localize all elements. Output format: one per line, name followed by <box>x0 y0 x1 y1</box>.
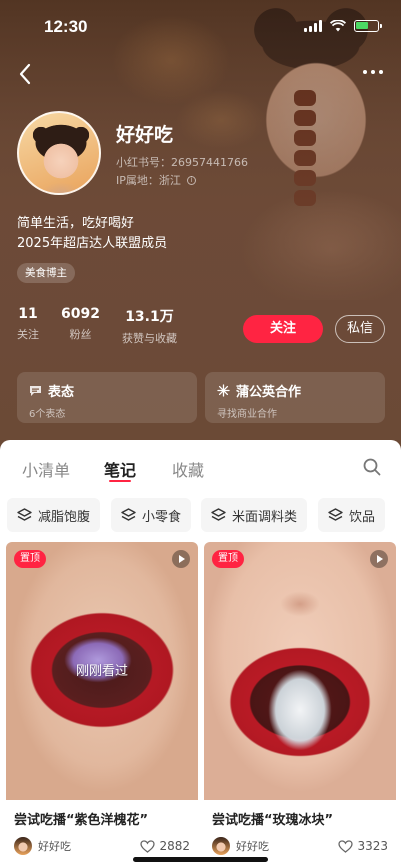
tab-list[interactable]: 小清单 <box>22 457 70 481</box>
chat-bubble-icon <box>30 385 41 396</box>
category-chips: 减脂饱腹 小零食 米面调料类 饮品 <box>0 498 401 538</box>
profile-avatar[interactable] <box>17 111 101 195</box>
status-time: 12:30 <box>44 17 88 36</box>
content-tabs: 小清单 笔记 收藏 <box>0 440 401 490</box>
search-icon[interactable] <box>363 458 381 476</box>
stat-label: 关注 <box>17 328 39 341</box>
profile-ip-location: IP属地：浙江 i <box>116 172 196 188</box>
wifi-icon <box>330 20 346 32</box>
stat-likes-collects[interactable]: 13.1万 获赞与收藏 <box>122 306 177 346</box>
like-button[interactable]: 2882 <box>140 839 190 853</box>
stat-number: 13.1万 <box>125 309 174 325</box>
profile-bio-line: 2025年超店达人联盟成员 <box>17 236 168 251</box>
play-icon <box>370 550 388 568</box>
layers-icon <box>17 508 32 521</box>
stat-number: 11 <box>18 306 38 322</box>
chip-category[interactable]: 小零食 <box>111 498 192 532</box>
tab-collections[interactable]: 收藏 <box>172 457 204 481</box>
profile-bio-line: 简单生活，吃好喝好 <box>17 216 135 231</box>
pinned-badge: 置顶 <box>212 550 244 568</box>
stat-label: 粉丝 <box>69 328 92 341</box>
profile-tag[interactable]: 美食博主 <box>17 263 75 283</box>
chevron-left-icon <box>19 63 31 85</box>
profile-name: 好好吃 <box>116 124 174 146</box>
author-avatar[interactable] <box>14 837 32 855</box>
pinned-badge: 置顶 <box>14 550 46 568</box>
message-button[interactable]: 私信 <box>335 315 385 343</box>
chip-category[interactable]: 减脂饱腹 <box>7 498 101 532</box>
reactions-card[interactable]: 表态 6个表态 <box>17 372 197 423</box>
profile-uid[interactable]: 小红书号：26957441766 <box>116 154 248 170</box>
chip-category[interactable]: 米面调料类 <box>201 498 308 532</box>
notes-panel: 小清单 笔记 收藏 减脂饱腹 小零食 米面调料类 饮品 置顶 刚刚看过 尝试吃播… <box>0 440 401 867</box>
heart-icon <box>140 839 156 853</box>
status-bar: 12:30 <box>0 0 401 52</box>
note-cover-image[interactable] <box>204 542 396 800</box>
info-icon[interactable]: i <box>186 175 196 185</box>
card-subtitle: 6个表态 <box>29 409 66 420</box>
card-subtitle: 寻找商业合作 <box>217 409 277 420</box>
note-card[interactable]: 置顶 刚刚看过 尝试吃播“紫色洋槐花” 好好吃 2882 <box>6 542 198 867</box>
business-cooperation-card[interactable]: 蒲公英合作 寻找商业合作 <box>205 372 385 423</box>
tab-notes[interactable]: 笔记 <box>104 457 136 481</box>
recently-viewed-label: 刚刚看过 <box>75 664 128 679</box>
back-button[interactable] <box>14 60 38 88</box>
dandelion-icon <box>217 384 230 397</box>
heart-icon <box>338 839 354 853</box>
stat-label: 获赞与收藏 <box>121 332 177 345</box>
ip-location-text: IP属地：浙江 <box>116 174 181 187</box>
chip-label: 饮品 <box>349 509 376 525</box>
note-title[interactable]: 尝试吃播“玫瑰冰块” <box>212 809 333 828</box>
home-indicator[interactable] <box>133 857 268 862</box>
like-button[interactable]: 3323 <box>338 839 388 853</box>
active-tab-indicator <box>109 480 131 482</box>
layers-icon <box>121 508 136 521</box>
card-title: 蒲公英合作 <box>236 385 302 400</box>
chip-category[interactable]: 饮品 <box>318 498 386 532</box>
more-dots-icon <box>363 70 383 74</box>
profile-stats: 11 关注 6092 粉丝 13.1万 获赞与收藏 <box>17 306 199 346</box>
card-title: 表态 <box>48 385 75 400</box>
play-icon <box>172 550 190 568</box>
battery-icon <box>354 20 382 32</box>
layers-icon <box>211 508 226 521</box>
more-options-button[interactable] <box>359 60 387 84</box>
like-count: 3323 <box>357 839 388 853</box>
layers-icon <box>328 508 343 521</box>
note-card[interactable]: 置顶 尝试吃播“玫瑰冰块” 好好吃 3323 <box>204 542 396 867</box>
author-avatar[interactable] <box>212 837 230 855</box>
chip-label: 减脂饱腹 <box>38 509 91 525</box>
chip-label: 米面调料类 <box>232 509 298 525</box>
stat-following[interactable]: 11 关注 <box>17 306 39 346</box>
stat-followers[interactable]: 6092 粉丝 <box>61 306 100 346</box>
cellular-signal-icon <box>304 20 322 32</box>
stat-number: 6092 <box>61 306 100 322</box>
like-count: 2882 <box>159 839 190 853</box>
author-name[interactable]: 好好吃 <box>236 838 269 854</box>
chip-label: 小零食 <box>142 509 182 525</box>
author-name[interactable]: 好好吃 <box>38 838 71 854</box>
follow-button[interactable]: 关注 <box>243 315 323 343</box>
note-title[interactable]: 尝试吃播“紫色洋槐花” <box>14 809 148 828</box>
